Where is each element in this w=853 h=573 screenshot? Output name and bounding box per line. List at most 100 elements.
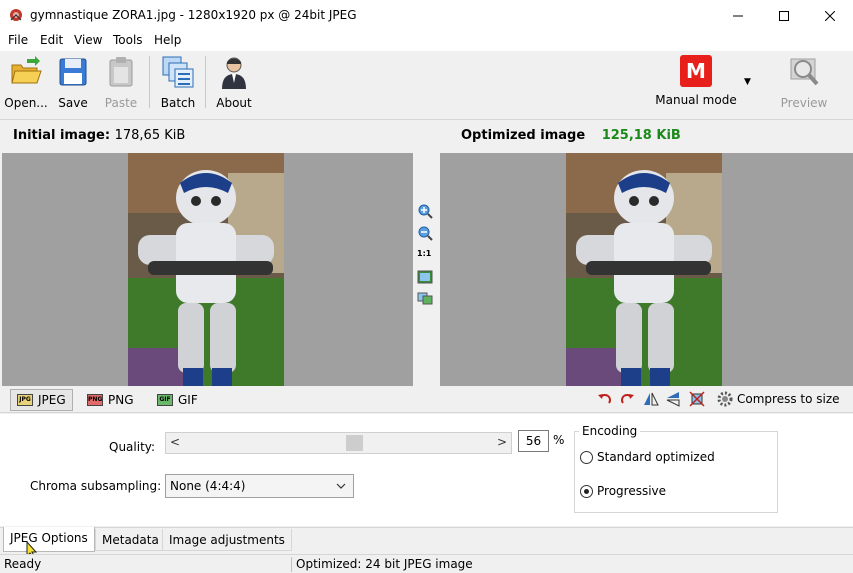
quality-percent-label: %: [553, 433, 565, 447]
minimize-button[interactable]: [715, 0, 761, 31]
fit-image-icon[interactable]: [417, 269, 433, 285]
rotate-left-icon[interactable]: [597, 391, 613, 407]
preview-button[interactable]: Preview: [780, 55, 828, 110]
status-bar: Ready Optimized: 24 bit JPEG image: [0, 554, 853, 573]
preview-label: Preview: [780, 96, 828, 110]
flip-horizontal-icon[interactable]: [643, 391, 659, 407]
tab-gif-label: GIF: [178, 393, 198, 407]
optimized-image-pane[interactable]: [440, 153, 853, 386]
initial-image-photo: [128, 153, 284, 386]
png-file-icon: PNG: [87, 394, 103, 406]
encoding-standard-radio[interactable]: Standard optimized: [580, 450, 715, 464]
initial-image-header: Initial image: 178,65 KiB: [13, 128, 185, 143]
open-button[interactable]: Open...: [4, 55, 48, 110]
chevron-down-icon: [336, 483, 346, 489]
format-tabs: JPG JPEG PNG PNG GIF GIF Compress to siz…: [0, 387, 853, 413]
options-tabs: JPEG Options Metadata Image adjustments: [0, 527, 853, 552]
encoding-standard-label: Standard optimized: [597, 450, 715, 464]
mode-dropdown-arrow-icon[interactable]: ▼: [744, 77, 751, 87]
manual-mode-button[interactable]: M Manual mode: [655, 55, 737, 107]
toolbar-separator: [149, 56, 150, 108]
chroma-subsampling-select[interactable]: None (4:4:4): [165, 474, 354, 498]
gear-icon: [717, 391, 733, 407]
slider-right-arrow-icon[interactable]: >: [497, 435, 507, 449]
floppy-disk-icon: [59, 58, 87, 86]
flip-vertical-icon[interactable]: [665, 391, 681, 407]
initial-image-label: Initial image:: [13, 128, 111, 143]
status-left: Ready: [4, 557, 42, 571]
quality-slider[interactable]: < >: [165, 432, 512, 454]
initial-image-size: 178,65 KiB: [114, 128, 186, 143]
batch-button[interactable]: Batch: [158, 55, 198, 110]
quality-slider-thumb[interactable]: [346, 435, 363, 451]
chroma-subsampling-label: Chroma subsampling:: [30, 479, 162, 493]
compress-to-size-label: Compress to size: [737, 392, 840, 406]
zoom-out-icon[interactable]: [417, 225, 433, 241]
jpeg-file-icon: JPG: [17, 394, 33, 406]
menu-bar: File Edit View Tools Help: [0, 31, 853, 51]
minimize-icon: [733, 15, 743, 16]
optimized-image-photo: [566, 153, 722, 386]
initial-image-pane[interactable]: [2, 153, 413, 386]
manual-mode-label: Manual mode: [655, 93, 737, 107]
quality-value-input[interactable]: 56: [518, 430, 549, 452]
tab-metadata[interactable]: Metadata: [95, 529, 166, 551]
status-divider: [291, 557, 292, 572]
menu-tools[interactable]: Tools: [113, 33, 143, 47]
tab-png[interactable]: PNG PNG: [81, 389, 140, 411]
encoding-group: [574, 431, 778, 513]
tab-jpeg[interactable]: JPG JPEG: [10, 389, 73, 411]
magnifier-icon: [790, 58, 819, 86]
batch-images-icon: [162, 56, 194, 88]
open-folder-icon: [11, 56, 42, 84]
paste-label: Paste: [104, 96, 138, 110]
mode-badge-icon: M: [680, 55, 712, 87]
encoding-legend: Encoding: [579, 424, 641, 438]
tab-jpeg-options[interactable]: JPEG Options: [3, 527, 95, 552]
clipboard-icon: [109, 57, 133, 87]
encoding-progressive-radio[interactable]: Progressive: [580, 484, 666, 498]
optimized-image-label: Optimized image: [461, 128, 586, 143]
radio-standard-icon: [580, 450, 593, 464]
tab-gif[interactable]: GIF GIF: [151, 389, 204, 411]
zoom-toolbar: 1:1: [413, 153, 437, 386]
save-label: Save: [58, 96, 88, 110]
toolbar: Open... Save Paste Batch About M Manual …: [0, 51, 853, 120]
zoom-in-icon[interactable]: [417, 203, 433, 219]
maximize-button[interactable]: [761, 0, 807, 31]
close-button[interactable]: [807, 0, 853, 31]
save-button[interactable]: Save: [55, 55, 91, 110]
title-bar: gymnastique ZORA1.jpg - 1280x1920 px @ 2…: [0, 0, 853, 31]
about-button[interactable]: About: [214, 55, 254, 110]
tab-png-label: PNG: [108, 393, 134, 407]
menu-help[interactable]: Help: [154, 33, 181, 47]
menu-edit[interactable]: Edit: [40, 33, 63, 47]
close-icon: [825, 10, 835, 21]
batch-label: Batch: [160, 96, 196, 110]
jpeg-options-panel: Quality: < > 56 % Chroma subsampling: No…: [0, 414, 853, 526]
status-right: Optimized: 24 bit JPEG image: [296, 557, 473, 571]
app-icon: [10, 9, 22, 21]
about-label: About: [216, 96, 252, 110]
window-title: gymnastique ZORA1.jpg - 1280x1920 px @ 2…: [30, 8, 357, 22]
menu-view[interactable]: View: [74, 33, 102, 47]
chroma-subsampling-value: None (4:4:4): [170, 479, 246, 493]
encoding-progressive-label: Progressive: [597, 484, 667, 498]
maximize-icon: [779, 10, 789, 21]
crop-icon[interactable]: [689, 391, 705, 407]
rotate-right-icon[interactable]: [619, 391, 635, 407]
slider-left-arrow-icon[interactable]: <: [170, 435, 180, 449]
compare-images-icon[interactable]: [417, 290, 433, 306]
tab-jpeg-label: JPEG: [38, 393, 66, 407]
optimized-image-size: 125,18 KiB: [601, 128, 681, 143]
gif-file-icon: GIF: [157, 394, 173, 406]
paste-button[interactable]: Paste: [103, 55, 139, 110]
open-label: Open...: [4, 96, 48, 110]
radio-progressive-icon: [580, 484, 593, 498]
toolbar-separator: [205, 56, 206, 108]
compress-to-size-button[interactable]: Compress to size: [717, 391, 840, 407]
tab-image-adjustments[interactable]: Image adjustments: [162, 529, 292, 551]
zoom-actual-size-button[interactable]: 1:1: [417, 249, 431, 258]
person-icon: [222, 57, 246, 89]
menu-file[interactable]: File: [8, 33, 28, 47]
